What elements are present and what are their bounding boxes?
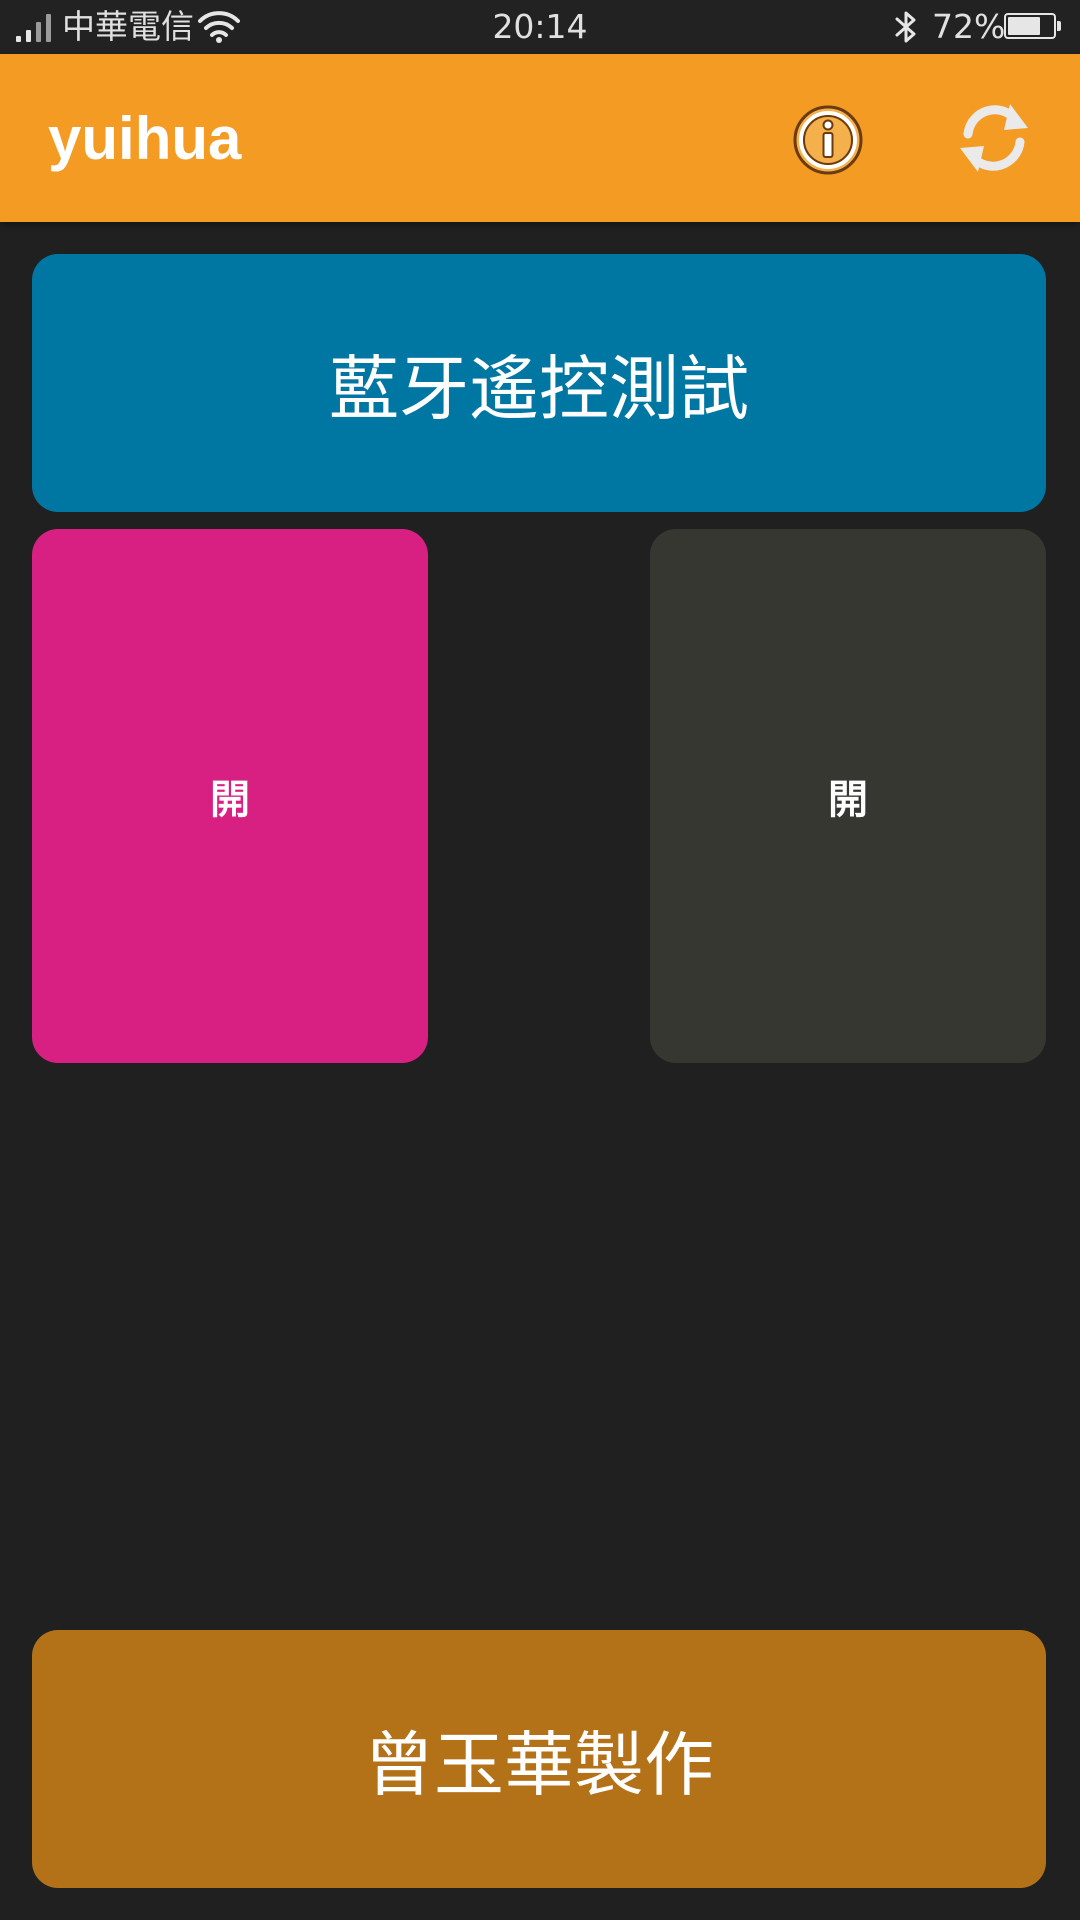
refresh-icon[interactable] <box>954 98 1034 178</box>
app-screen: 中華電信 20:14 72% yuihua 藍牙遙控測試 開 開 曾玉華製作 <box>0 0 1080 1920</box>
left-switch-button[interactable]: 開 <box>32 529 428 1063</box>
credit-button[interactable]: 曾玉華製作 <box>32 1630 1046 1888</box>
app-title: yuihua <box>48 105 242 172</box>
app-bar: yuihua <box>0 54 1080 222</box>
right-switch-button[interactable]: 開 <box>650 529 1046 1063</box>
status-bar: 中華電信 20:14 72% <box>0 0 1080 54</box>
info-icon[interactable] <box>790 102 866 178</box>
battery-icon <box>1004 13 1061 41</box>
bluetooth-icon <box>895 11 916 43</box>
battery-percent: 72% <box>932 7 1006 46</box>
bluetooth-remote-test-button[interactable]: 藍牙遙控測試 <box>32 254 1046 512</box>
